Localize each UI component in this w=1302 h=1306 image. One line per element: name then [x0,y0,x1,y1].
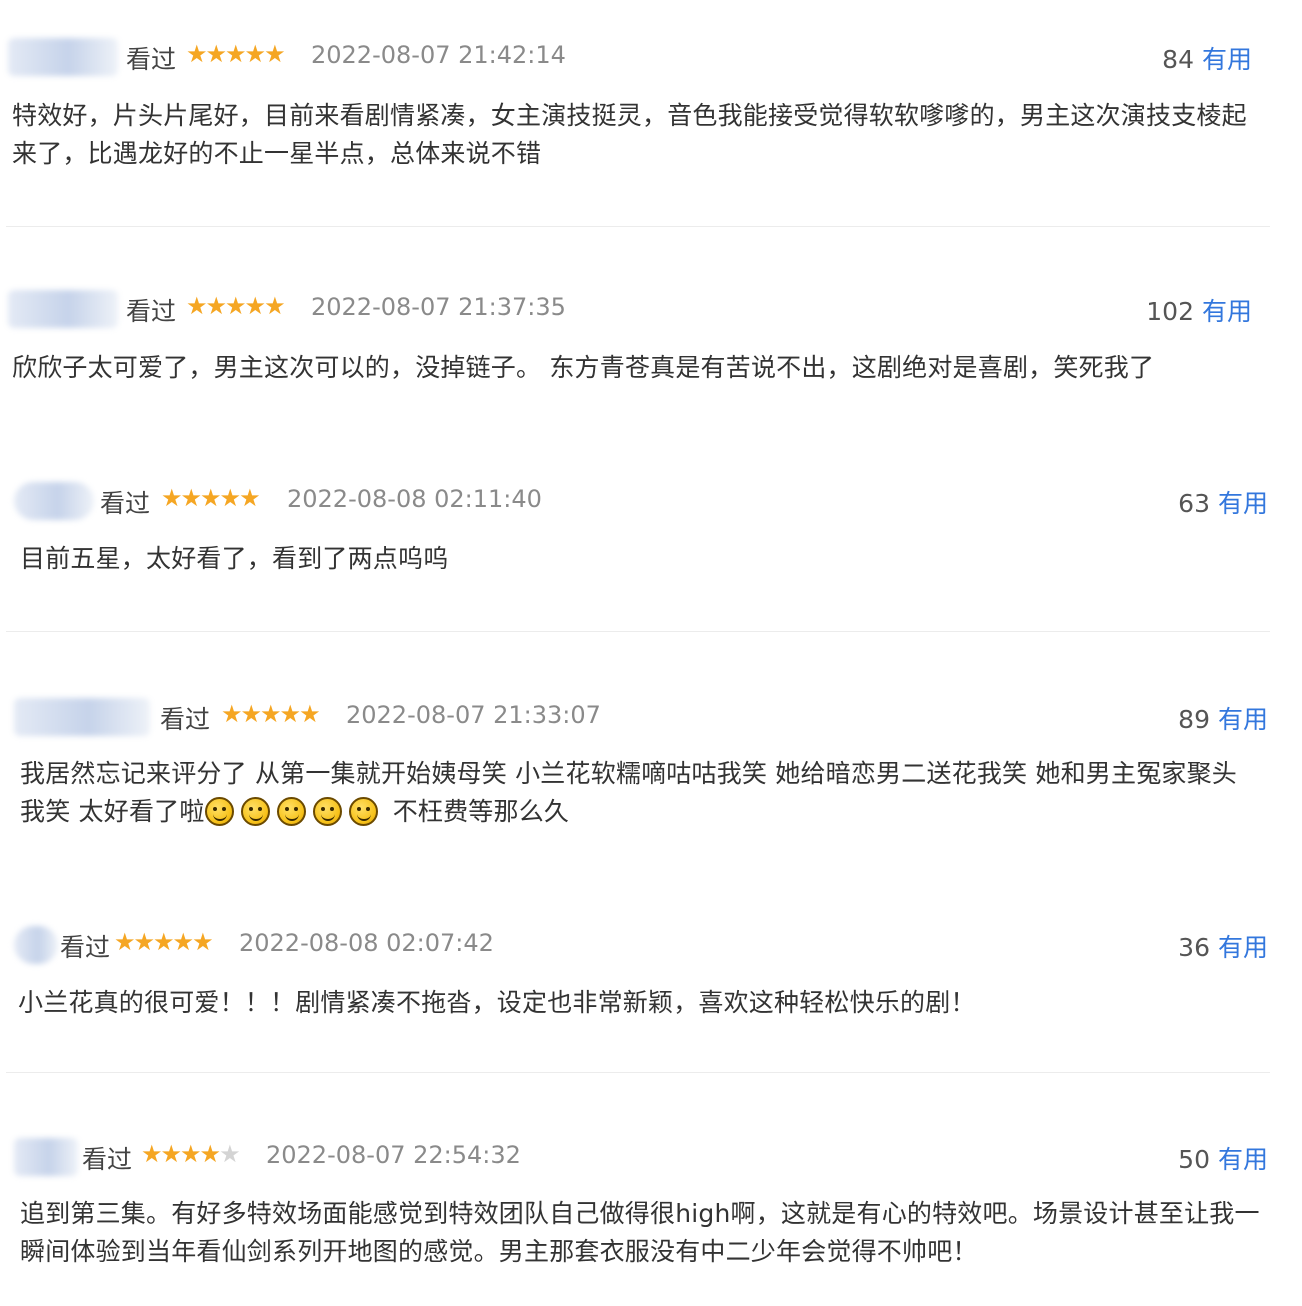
star-icon: ★ [260,700,281,728]
star-icon: ★ [221,700,242,728]
star-icon: ★ [299,700,320,728]
star-icon: ★ [180,1140,201,1168]
star-icon: ★ [160,1140,182,1168]
useful-vote[interactable]: 102 有用 [1146,292,1252,328]
star-icon: ★ [186,292,207,320]
user-name-blurred[interactable] [14,482,94,520]
review-text: 追到第三集。有好多特效场面能感觉到特效团队自己做得很high啊，这就是有心的特效… [20,1199,1260,1266]
useful-count: 89 [1178,705,1210,734]
rating-stars: ★★★★★ [161,484,261,512]
star-icon: ★ [239,484,260,512]
star-icon: ★ [161,484,182,512]
rating-stars: ★★★★★ [186,40,286,68]
user-name-blurred[interactable] [8,38,118,76]
review-time: 2022-08-08 02:07:42 [239,929,494,957]
smile-emoji-icon [204,797,234,826]
useful-vote[interactable]: 84 有用 [1162,40,1252,76]
review-header: 看过 ★★★★★ 2022-08-08 02:07:42 36 有用 [0,918,1302,964]
star-icon: ★ [219,484,241,512]
status-label: 看过 [60,933,111,962]
star-icon: ★ [225,292,246,320]
rating-stars: ★★★★★ [186,292,286,320]
status-label: 看过 [100,489,151,518]
useful-count: 50 [1178,1145,1210,1174]
review-time: 2022-08-07 21:37:35 [311,293,566,321]
rating-stars: ★★★★★ [221,700,321,728]
useful-link[interactable]: 有用 [1218,933,1268,962]
review-text: 目前五星，太好看了，看到了两点呜呜 [20,544,449,573]
useful-count: 84 [1162,45,1194,74]
useful-link[interactable]: 有用 [1218,705,1268,734]
useful-vote[interactable]: 36 有用 [1178,928,1268,964]
divider [6,226,1270,227]
review-header: 看过 ★★★★★ 2022-08-07 22:54:32 50 有用 [0,1130,1302,1176]
star-icon: ★ [180,484,202,512]
smile-emoji-icon [276,797,306,826]
review-text: 特效好，片头片尾好，目前来看剧情紧凑，女主演技挺灵，音色我能接受觉得软软嗲嗲的，… [12,101,1247,168]
review-time: 2022-08-07 22:54:32 [266,1141,521,1169]
star-empty-icon: ★ [219,1140,240,1168]
user-name-blurred[interactable] [14,698,150,736]
useful-link[interactable]: 有用 [1218,1145,1268,1174]
user-name-blurred[interactable] [14,926,58,964]
star-icon: ★ [153,928,174,956]
useful-link[interactable]: 有用 [1202,45,1252,74]
star-icon: ★ [199,1140,221,1168]
useful-vote[interactable]: 63 有用 [1178,484,1268,520]
star-icon: ★ [192,928,213,956]
status-label: 看过 [82,1145,133,1174]
rating-stars: ★★★★★ [114,928,214,956]
useful-count: 102 [1146,297,1194,326]
star-icon: ★ [186,40,207,68]
smile-emoji-icon [240,797,270,826]
star-icon: ★ [244,292,266,320]
smile-emoji-icon [312,797,342,826]
review-text-main: 我居然忘记来评分了 从第一集就开始姨母笑 小兰花软糯嘀咕咕我笑 她给暗恋男二送花… [20,759,1237,826]
star-icon: ★ [205,40,227,68]
status-label: 看过 [126,45,177,74]
star-icon: ★ [133,928,155,956]
star-icon: ★ [172,928,194,956]
star-icon: ★ [244,40,266,68]
useful-vote[interactable]: 89 有用 [1178,700,1268,736]
star-icon: ★ [200,484,221,512]
star-icon: ★ [205,292,227,320]
useful-vote[interactable]: 50 有用 [1178,1140,1268,1176]
user-name-blurred[interactable] [14,1138,78,1176]
review-time: 2022-08-07 21:42:14 [311,41,566,69]
smile-emoji-icon [348,797,378,826]
useful-count: 36 [1178,933,1210,962]
review-text-tail: 不枉费等那么久 [384,797,570,826]
user-name-blurred[interactable] [8,290,118,328]
divider [6,631,1270,632]
useful-link[interactable]: 有用 [1202,297,1252,326]
review-text: 我居然忘记来评分了 从第一集就开始姨母笑 小兰花软糯嘀咕咕我笑 她给暗恋男二送花… [20,755,1260,831]
status-label: 看过 [126,297,177,326]
review-time: 2022-08-08 02:11:40 [287,485,542,513]
review-header: 看过 ★★★★★ 2022-08-07 21:37:35 102 有用 [0,282,1302,328]
review-text: 欣欣子太可爱了，男主这次可以的，没掉链子。 东方青苍真是有苦说不出，这剧绝对是喜… [12,353,1155,382]
rating-stars: ★★★★★ [141,1140,241,1168]
review-header: 看过 ★★★★★ 2022-08-07 21:33:07 89 有用 [0,690,1302,736]
star-icon: ★ [225,40,246,68]
review-time: 2022-08-07 21:33:07 [346,701,601,729]
star-icon: ★ [141,1140,162,1168]
useful-count: 63 [1178,489,1210,518]
star-icon: ★ [264,292,285,320]
star-icon: ★ [279,700,301,728]
star-icon: ★ [114,928,135,956]
star-icon: ★ [264,40,285,68]
status-label: 看过 [160,705,211,734]
divider [6,1072,1270,1073]
useful-link[interactable]: 有用 [1218,489,1268,518]
star-icon: ★ [240,700,262,728]
review-header: 看过 ★★★★★ 2022-08-08 02:11:40 63 有用 [0,474,1302,520]
review-text: 小兰花真的很可爱！！！剧情紧凑不拖沓，设定也非常新颖，喜欢这种轻松快乐的剧！ [18,988,976,1017]
review-header: 看过 ★★★★★ 2022-08-07 21:42:14 84 有用 [0,30,1302,76]
